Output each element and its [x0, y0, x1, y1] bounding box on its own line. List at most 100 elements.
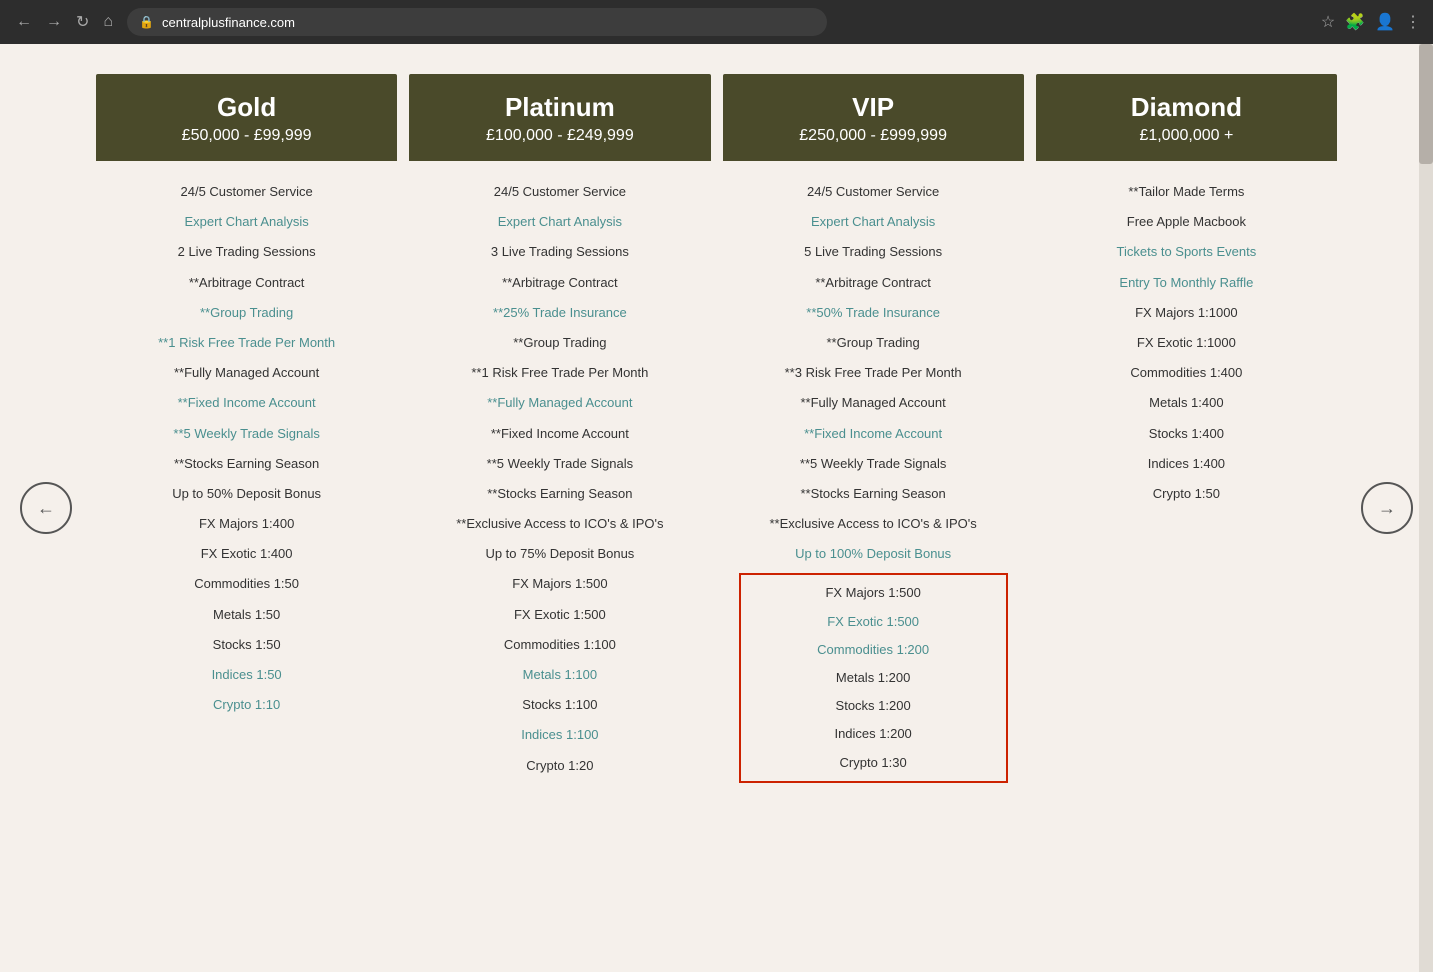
list-item: Tickets to Sports Events	[1044, 237, 1329, 267]
list-item: **50% Trade Insurance	[731, 298, 1016, 328]
list-item: 2 Live Trading Sessions	[104, 237, 389, 267]
diamond-header: Diamond £1,000,000 +	[1036, 74, 1337, 161]
list-item: Metals 1:200	[741, 664, 1006, 692]
address-bar[interactable]: 🔒 centralplusfinance.com	[127, 8, 827, 36]
list-item: **Stocks Earning Season	[417, 479, 702, 509]
list-item: Metals 1:100	[417, 660, 702, 690]
list-item: 24/5 Customer Service	[417, 177, 702, 207]
list-item: Commodities 1:50	[104, 569, 389, 599]
profile-button[interactable]: 👤	[1375, 12, 1395, 32]
browser-chrome: ← → ↻ ⌂ 🔒 centralplusfinance.com ☆ 🧩 👤 ⋮	[0, 0, 1433, 44]
vip-body: 24/5 Customer Service Expert Chart Analy…	[723, 161, 1024, 803]
diamond-body: **Tailor Made Terms Free Apple Macbook T…	[1036, 161, 1337, 525]
forward-button[interactable]: →	[42, 8, 66, 36]
list-item: **Fully Managed Account	[417, 388, 702, 418]
list-item: **1 Risk Free Trade Per Month	[417, 358, 702, 388]
list-item: **Arbitrage Contract	[104, 268, 389, 298]
list-item: **Stocks Earning Season	[731, 479, 1016, 509]
list-item: Stocks 1:400	[1044, 419, 1329, 449]
list-item: Free Apple Macbook	[1044, 207, 1329, 237]
list-item: **Arbitrage Contract	[417, 268, 702, 298]
list-item: **Stocks Earning Season	[104, 449, 389, 479]
list-item: Commodities 1:400	[1044, 358, 1329, 388]
list-item: FX Majors 1:400	[104, 509, 389, 539]
list-item: **Fully Managed Account	[104, 358, 389, 388]
list-item: 24/5 Customer Service	[104, 177, 389, 207]
list-item: FX Exotic 1:500	[741, 608, 1006, 636]
list-item: Stocks 1:50	[104, 630, 389, 660]
cards-wrapper: Gold £50,000 - £99,999 24/5 Customer Ser…	[0, 74, 1433, 803]
list-item: Crypto 1:10	[104, 690, 389, 720]
list-item: Indices 1:50	[104, 660, 389, 690]
list-item: **Exclusive Access to ICO's & IPO's	[417, 509, 702, 539]
browser-actions: ☆ 🧩 👤 ⋮	[1321, 12, 1421, 32]
list-item: **1 Risk Free Trade Per Month	[104, 328, 389, 358]
platinum-plan-name: Platinum	[425, 92, 694, 123]
list-item: Indices 1:100	[417, 720, 702, 750]
vip-price-range: £250,000 - £999,999	[739, 127, 1008, 145]
page-content: ← Gold £50,000 - £99,999 24/5 Customer S…	[0, 44, 1433, 972]
list-item: **5 Weekly Trade Signals	[417, 449, 702, 479]
menu-button[interactable]: ⋮	[1405, 12, 1421, 32]
list-item: **3 Risk Free Trade Per Month	[731, 358, 1016, 388]
list-item: **Group Trading	[104, 298, 389, 328]
url-text: centralplusfinance.com	[162, 15, 295, 30]
diamond-price-range: £1,000,000 +	[1052, 127, 1321, 145]
platinum-body: 24/5 Customer Service Expert Chart Analy…	[409, 161, 710, 797]
platinum-header: Platinum £100,000 - £249,999	[409, 74, 710, 161]
list-item: **Tailor Made Terms	[1044, 177, 1329, 207]
list-item: FX Majors 1:500	[741, 579, 1006, 607]
vip-highlight-box: FX Majors 1:500 FX Exotic 1:500 Commodit…	[739, 573, 1008, 782]
list-item: Up to 50% Deposit Bonus	[104, 479, 389, 509]
list-item: **Fixed Income Account	[104, 388, 389, 418]
lock-icon: 🔒	[139, 15, 154, 29]
extensions-button[interactable]: 🧩	[1345, 12, 1365, 32]
list-item: **Fixed Income Account	[731, 419, 1016, 449]
list-item: **5 Weekly Trade Signals	[731, 449, 1016, 479]
list-item: 3 Live Trading Sessions	[417, 237, 702, 267]
scrollbar-thumb[interactable]	[1419, 44, 1433, 164]
gold-body: 24/5 Customer Service Expert Chart Analy…	[96, 161, 397, 736]
list-item: Expert Chart Analysis	[104, 207, 389, 237]
list-item: 5 Live Trading Sessions	[731, 237, 1016, 267]
nav-buttons: ← → ↻ ⌂	[12, 8, 117, 36]
list-item: **Arbitrage Contract	[731, 268, 1016, 298]
gold-plan-name: Gold	[112, 92, 381, 123]
list-item: **5 Weekly Trade Signals	[104, 419, 389, 449]
platinum-card: Platinum £100,000 - £249,999 24/5 Custom…	[409, 74, 710, 803]
list-item: **Group Trading	[731, 328, 1016, 358]
list-item: Commodities 1:200	[741, 636, 1006, 664]
list-item: Indices 1:200	[741, 720, 1006, 748]
star-button[interactable]: ☆	[1321, 12, 1335, 32]
list-item: FX Exotic 1:400	[104, 539, 389, 569]
prev-arrow[interactable]: ←	[20, 482, 72, 534]
scrollbar-track	[1419, 44, 1433, 972]
list-item: Entry To Monthly Raffle	[1044, 268, 1329, 298]
list-item: FX Exotic 1:1000	[1044, 328, 1329, 358]
list-item: Stocks 1:200	[741, 692, 1006, 720]
platinum-price-range: £100,000 - £249,999	[425, 127, 694, 145]
back-button[interactable]: ←	[12, 8, 36, 36]
list-item: Up to 100% Deposit Bonus	[731, 539, 1016, 569]
list-item: Metals 1:400	[1044, 388, 1329, 418]
vip-card: VIP £250,000 - £999,999 24/5 Customer Se…	[723, 74, 1024, 803]
refresh-button[interactable]: ↻	[72, 8, 93, 36]
list-item: **25% Trade Insurance	[417, 298, 702, 328]
list-item: Crypto 1:30	[741, 749, 1006, 777]
list-item: **Exclusive Access to ICO's & IPO's	[731, 509, 1016, 539]
list-item: Expert Chart Analysis	[731, 207, 1016, 237]
list-item: **Fixed Income Account	[417, 419, 702, 449]
list-item: FX Majors 1:500	[417, 569, 702, 599]
list-item: Indices 1:400	[1044, 449, 1329, 479]
list-item: Crypto 1:20	[417, 751, 702, 781]
list-item: **Group Trading	[417, 328, 702, 358]
gold-header: Gold £50,000 - £99,999	[96, 74, 397, 161]
vip-plan-name: VIP	[739, 92, 1008, 123]
vip-header: VIP £250,000 - £999,999	[723, 74, 1024, 161]
list-item: FX Majors 1:1000	[1044, 298, 1329, 328]
next-arrow[interactable]: →	[1361, 482, 1413, 534]
list-item: FX Exotic 1:500	[417, 600, 702, 630]
list-item: 24/5 Customer Service	[731, 177, 1016, 207]
diamond-card: Diamond £1,000,000 + **Tailor Made Terms…	[1036, 74, 1337, 803]
home-button[interactable]: ⌂	[99, 8, 117, 36]
